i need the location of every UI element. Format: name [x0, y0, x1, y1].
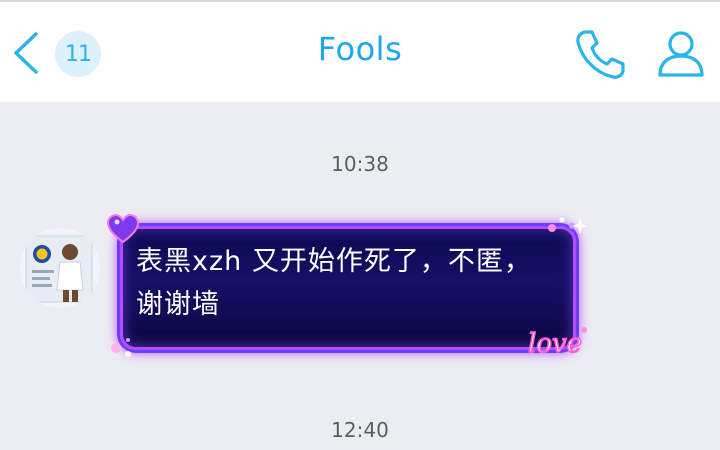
player-card-image	[20, 228, 100, 308]
message-timestamp: 10:38	[331, 152, 389, 176]
sparkle-icon	[548, 217, 588, 234]
message-text: 表黑xzh 又开始作死了，不匿，谢谢墙	[136, 246, 532, 320]
avatar[interactable]	[20, 228, 100, 308]
profile-icon[interactable]	[655, 28, 707, 80]
message-timestamp: 12:40	[331, 418, 389, 442]
heart-icon	[106, 213, 140, 244]
message-bubble[interactable]: 表黑xzh 又开始作死了，不匿，谢谢墙 love	[106, 212, 588, 362]
phone-icon[interactable]	[572, 26, 628, 82]
love-sticker-icon: love	[527, 327, 587, 360]
sparkle-dots-icon	[111, 338, 131, 357]
svg-text:love: love	[528, 329, 582, 359]
chat-header: 11 Fools	[0, 2, 720, 102]
